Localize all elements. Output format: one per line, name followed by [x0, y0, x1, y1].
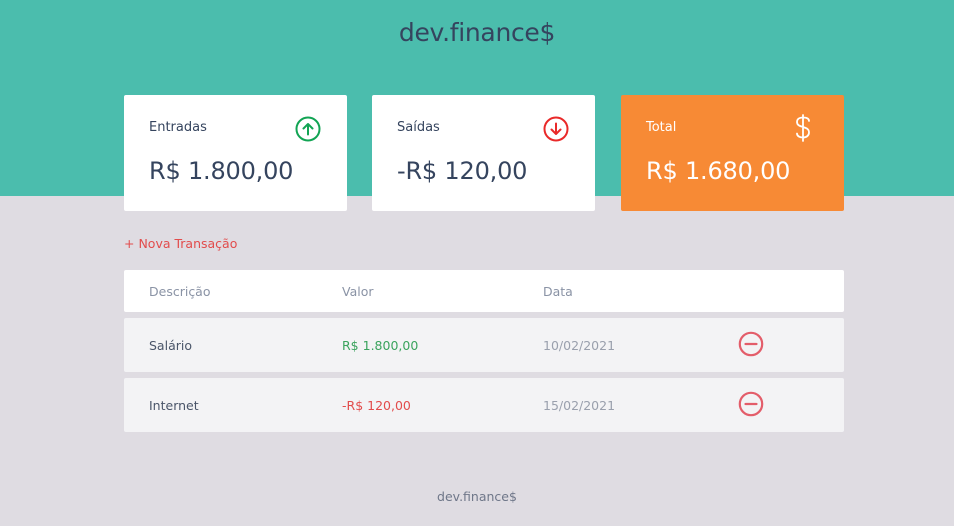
arrow-up-circle-icon [295, 116, 321, 142]
row-date: 15/02/2021 [543, 397, 616, 413]
new-transaction-link[interactable]: + Nova Transação [124, 236, 237, 251]
table-row: Internet -R$ 120,00 15/02/2021 [124, 378, 844, 432]
income-value: R$ 1.800,00 [149, 157, 294, 185]
total-value: R$ 1.680,00 [646, 157, 791, 185]
table-header: Descrição Valor Data [124, 270, 844, 312]
app-logo: dev.finance$ [398, 18, 556, 47]
header-amount: Valor [342, 283, 374, 299]
header-date: Data [543, 283, 573, 299]
table-row: Salário R$ 1.800,00 10/02/2021 [124, 318, 844, 372]
arrow-down-circle-icon [543, 116, 569, 142]
row-description: Internet [149, 397, 199, 413]
row-amount: R$ 1.800,00 [342, 337, 419, 353]
dollar-sign-icon [796, 114, 810, 142]
row-amount: -R$ 120,00 [342, 397, 411, 413]
row-date: 10/02/2021 [543, 337, 616, 353]
expense-card: Saídas -R$ 120,00 [372, 95, 595, 211]
footer-text: dev.finance$ [437, 489, 517, 504]
remove-transaction-button[interactable] [738, 391, 764, 417]
total-card: Total R$ 1.680,00 [621, 95, 844, 211]
income-card: Entradas R$ 1.800,00 [124, 95, 347, 211]
income-label: Entradas [149, 120, 207, 135]
transactions-table: Descrição Valor Data Salário R$ 1.800,00… [124, 270, 844, 432]
total-label: Total [646, 120, 677, 135]
expense-value: -R$ 120,00 [397, 157, 528, 185]
header-description: Descrição [149, 283, 211, 299]
minus-circle-icon[interactable] [738, 331, 764, 357]
row-description: Salário [149, 337, 192, 353]
expense-label: Saídas [397, 120, 440, 135]
remove-transaction-button[interactable] [738, 331, 764, 357]
minus-circle-icon[interactable] [738, 391, 764, 417]
